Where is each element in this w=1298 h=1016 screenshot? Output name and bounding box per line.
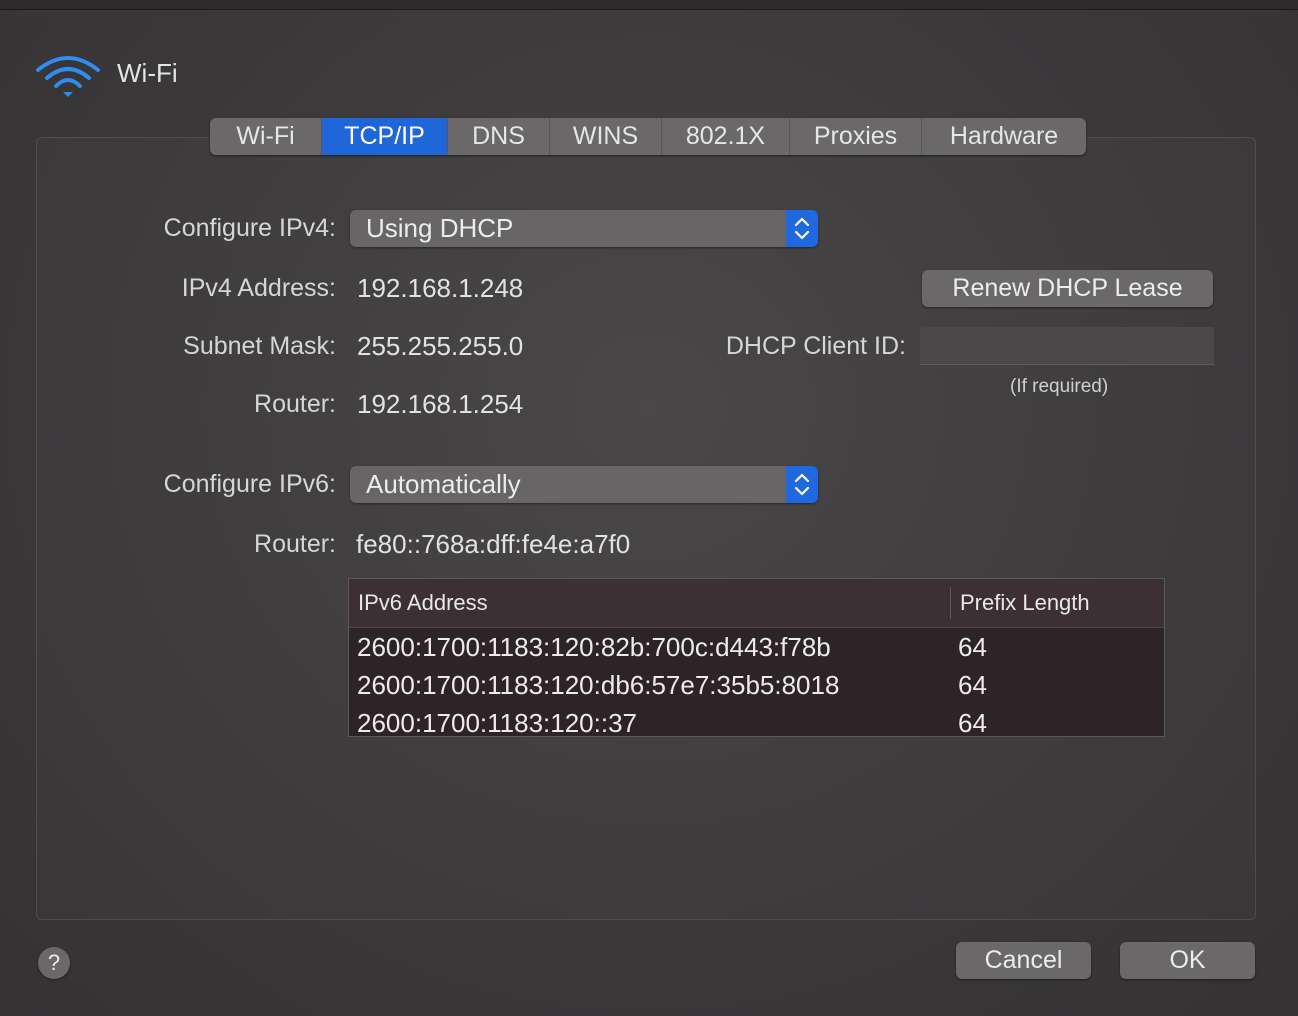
tab-wifi[interactable]: Wi-Fi bbox=[210, 118, 322, 155]
configure-ipv4-value: Using DHCP bbox=[366, 213, 514, 243]
configure-ipv6-label: Configure IPv6: bbox=[163, 470, 336, 498]
ipv6-address-cell: 2600:1700:1183:120::37 bbox=[357, 708, 638, 736]
client-id-hint: (If required) bbox=[1010, 376, 1109, 397]
dhcp-client-id-field[interactable] bbox=[920, 327, 1214, 365]
prefix-length-cell: 64 bbox=[958, 632, 987, 662]
settings-panel bbox=[36, 137, 1256, 920]
configure-ipv6-popup[interactable]: Automatically bbox=[350, 466, 818, 503]
column-divider bbox=[950, 587, 951, 619]
column-header-prefix-length[interactable]: Prefix Length bbox=[960, 579, 1090, 627]
ipv4-address-value: 192.168.1.248 bbox=[357, 273, 524, 303]
ipv6-address-cell: 2600:1700:1183:120:db6:57e7:35b5:8018 bbox=[357, 670, 840, 700]
tab-dns[interactable]: DNS bbox=[448, 118, 550, 155]
window-title: Wi-Fi bbox=[117, 58, 178, 88]
prefix-length-cell: 64 bbox=[958, 670, 987, 700]
renew-dhcp-lease-button[interactable]: Renew DHCP Lease bbox=[922, 270, 1213, 307]
prefix-length-cell: 64 bbox=[958, 708, 987, 736]
tab-bar: Wi-Fi TCP/IP DNS WINS 802.1X Proxies Har… bbox=[210, 118, 1086, 155]
router-ipv6-value: fe80::768a:dff:fe4e:a7f0 bbox=[356, 529, 631, 559]
chevron-updown-icon bbox=[786, 210, 818, 247]
ipv6-address-cell: 2600:1700:1183:120:82b:700c:d443:f78b bbox=[357, 632, 831, 662]
table-row[interactable]: 2600:1700:1183:120:db6:57e7:35b5:8018 64 bbox=[349, 666, 1164, 704]
router-ipv4-value: 192.168.1.254 bbox=[357, 389, 524, 419]
window-top-edge bbox=[0, 0, 1298, 10]
subnet-mask-value: 255.255.255.0 bbox=[357, 331, 524, 361]
table-header: IPv6 Address Prefix Length bbox=[349, 579, 1164, 628]
ipv6-address-table[interactable]: IPv6 Address Prefix Length 2600:1700:118… bbox=[348, 578, 1165, 737]
cancel-button[interactable]: Cancel bbox=[956, 942, 1091, 979]
configure-ipv4-popup[interactable]: Using DHCP bbox=[350, 210, 818, 247]
configure-ipv6-value: Automatically bbox=[366, 469, 521, 499]
column-header-ipv6-address[interactable]: IPv6 Address bbox=[358, 579, 488, 627]
tab-hardware[interactable]: Hardware bbox=[922, 118, 1086, 155]
router-ipv4-label: Router: bbox=[254, 390, 336, 418]
tab-8021x[interactable]: 802.1X bbox=[662, 118, 790, 155]
configure-ipv4-label: Configure IPv4: bbox=[163, 214, 336, 242]
table-row[interactable]: 2600:1700:1183:120::37 64 bbox=[349, 704, 1164, 736]
wifi-icon bbox=[36, 56, 100, 97]
tab-wins[interactable]: WINS bbox=[550, 118, 662, 155]
tab-proxies[interactable]: Proxies bbox=[790, 118, 922, 155]
network-settings-window: Wi-Fi Wi-Fi TCP/IP DNS WINS 802.1X Proxi… bbox=[0, 0, 1298, 1016]
table-row[interactable]: 2600:1700:1183:120:82b:700c:d443:f78b 64 bbox=[349, 628, 1164, 666]
router-ipv6-label: Router: bbox=[254, 530, 336, 558]
help-button[interactable]: ? bbox=[38, 947, 70, 979]
subnet-mask-label: Subnet Mask: bbox=[183, 332, 336, 360]
ipv4-address-label: IPv4 Address: bbox=[181, 274, 336, 302]
dhcp-client-id-label: DHCP Client ID: bbox=[725, 332, 906, 360]
ok-button[interactable]: OK bbox=[1120, 942, 1255, 979]
tab-tcpip[interactable]: TCP/IP bbox=[322, 118, 448, 155]
chevron-updown-icon bbox=[786, 466, 818, 503]
